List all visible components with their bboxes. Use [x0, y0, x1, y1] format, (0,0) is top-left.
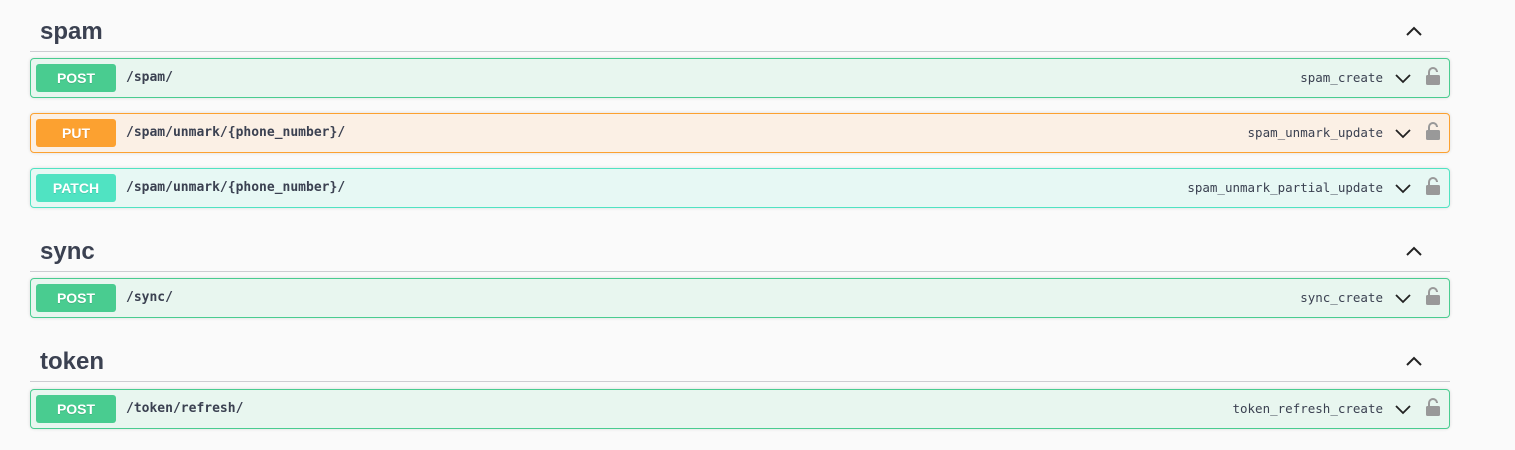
lock-icon[interactable] — [1425, 176, 1441, 196]
operation-id: sync_create — [1300, 290, 1383, 305]
operation-id: spam_create — [1300, 70, 1383, 85]
tag-title: sync — [40, 238, 95, 265]
operation-spam-unmark-partial-update[interactable]: PATCH /spam/unmark/{phone_number}/ spam_… — [30, 168, 1450, 208]
lock-icon[interactable] — [1425, 121, 1441, 141]
operation-path: /spam/unmark/{phone_number}/ — [126, 125, 346, 140]
method-badge: POST — [36, 64, 116, 92]
operation-path: /token/refresh/ — [126, 401, 244, 416]
tag-title: spam — [40, 18, 103, 45]
operation-id: spam_unmark_update — [1247, 125, 1383, 140]
chevron-down-icon[interactable] — [1393, 68, 1413, 88]
operation-id: spam_unmark_partial_update — [1187, 180, 1383, 195]
lock-icon[interactable] — [1425, 66, 1441, 86]
chevron-down-icon[interactable] — [1393, 178, 1413, 198]
method-badge: POST — [36, 395, 116, 423]
method-badge: PUT — [36, 119, 116, 147]
chevron-down-icon[interactable] — [1393, 288, 1413, 308]
chevron-down-icon[interactable] — [1393, 123, 1413, 143]
operation-path: /sync/ — [126, 290, 173, 305]
chevron-up-icon[interactable] — [1402, 240, 1426, 264]
operation-id: token_refresh_create — [1232, 401, 1383, 416]
operation-path: /spam/ — [126, 70, 173, 85]
operation-sync-create[interactable]: POST /sync/ sync_create — [30, 278, 1450, 318]
operation-path: /spam/unmark/{phone_number}/ — [126, 180, 346, 195]
tag-title: token — [40, 348, 105, 375]
tag-section-sync[interactable]: sync — [30, 232, 1450, 272]
lock-icon[interactable] — [1425, 286, 1441, 306]
chevron-down-icon[interactable] — [1393, 399, 1413, 419]
operation-spam-create[interactable]: POST /spam/ spam_create — [30, 58, 1450, 98]
lock-icon[interactable] — [1425, 397, 1441, 417]
chevron-up-icon[interactable] — [1402, 350, 1426, 374]
method-badge: POST — [36, 284, 116, 312]
operation-token-refresh-create[interactable]: POST /token/refresh/ token_refresh_creat… — [30, 389, 1450, 429]
method-badge: PATCH — [36, 174, 116, 202]
tag-section-spam[interactable]: spam — [30, 12, 1450, 52]
operation-spam-unmark-update[interactable]: PUT /spam/unmark/{phone_number}/ spam_un… — [30, 113, 1450, 153]
tag-section-token[interactable]: token — [30, 342, 1450, 382]
chevron-up-icon[interactable] — [1402, 20, 1426, 44]
